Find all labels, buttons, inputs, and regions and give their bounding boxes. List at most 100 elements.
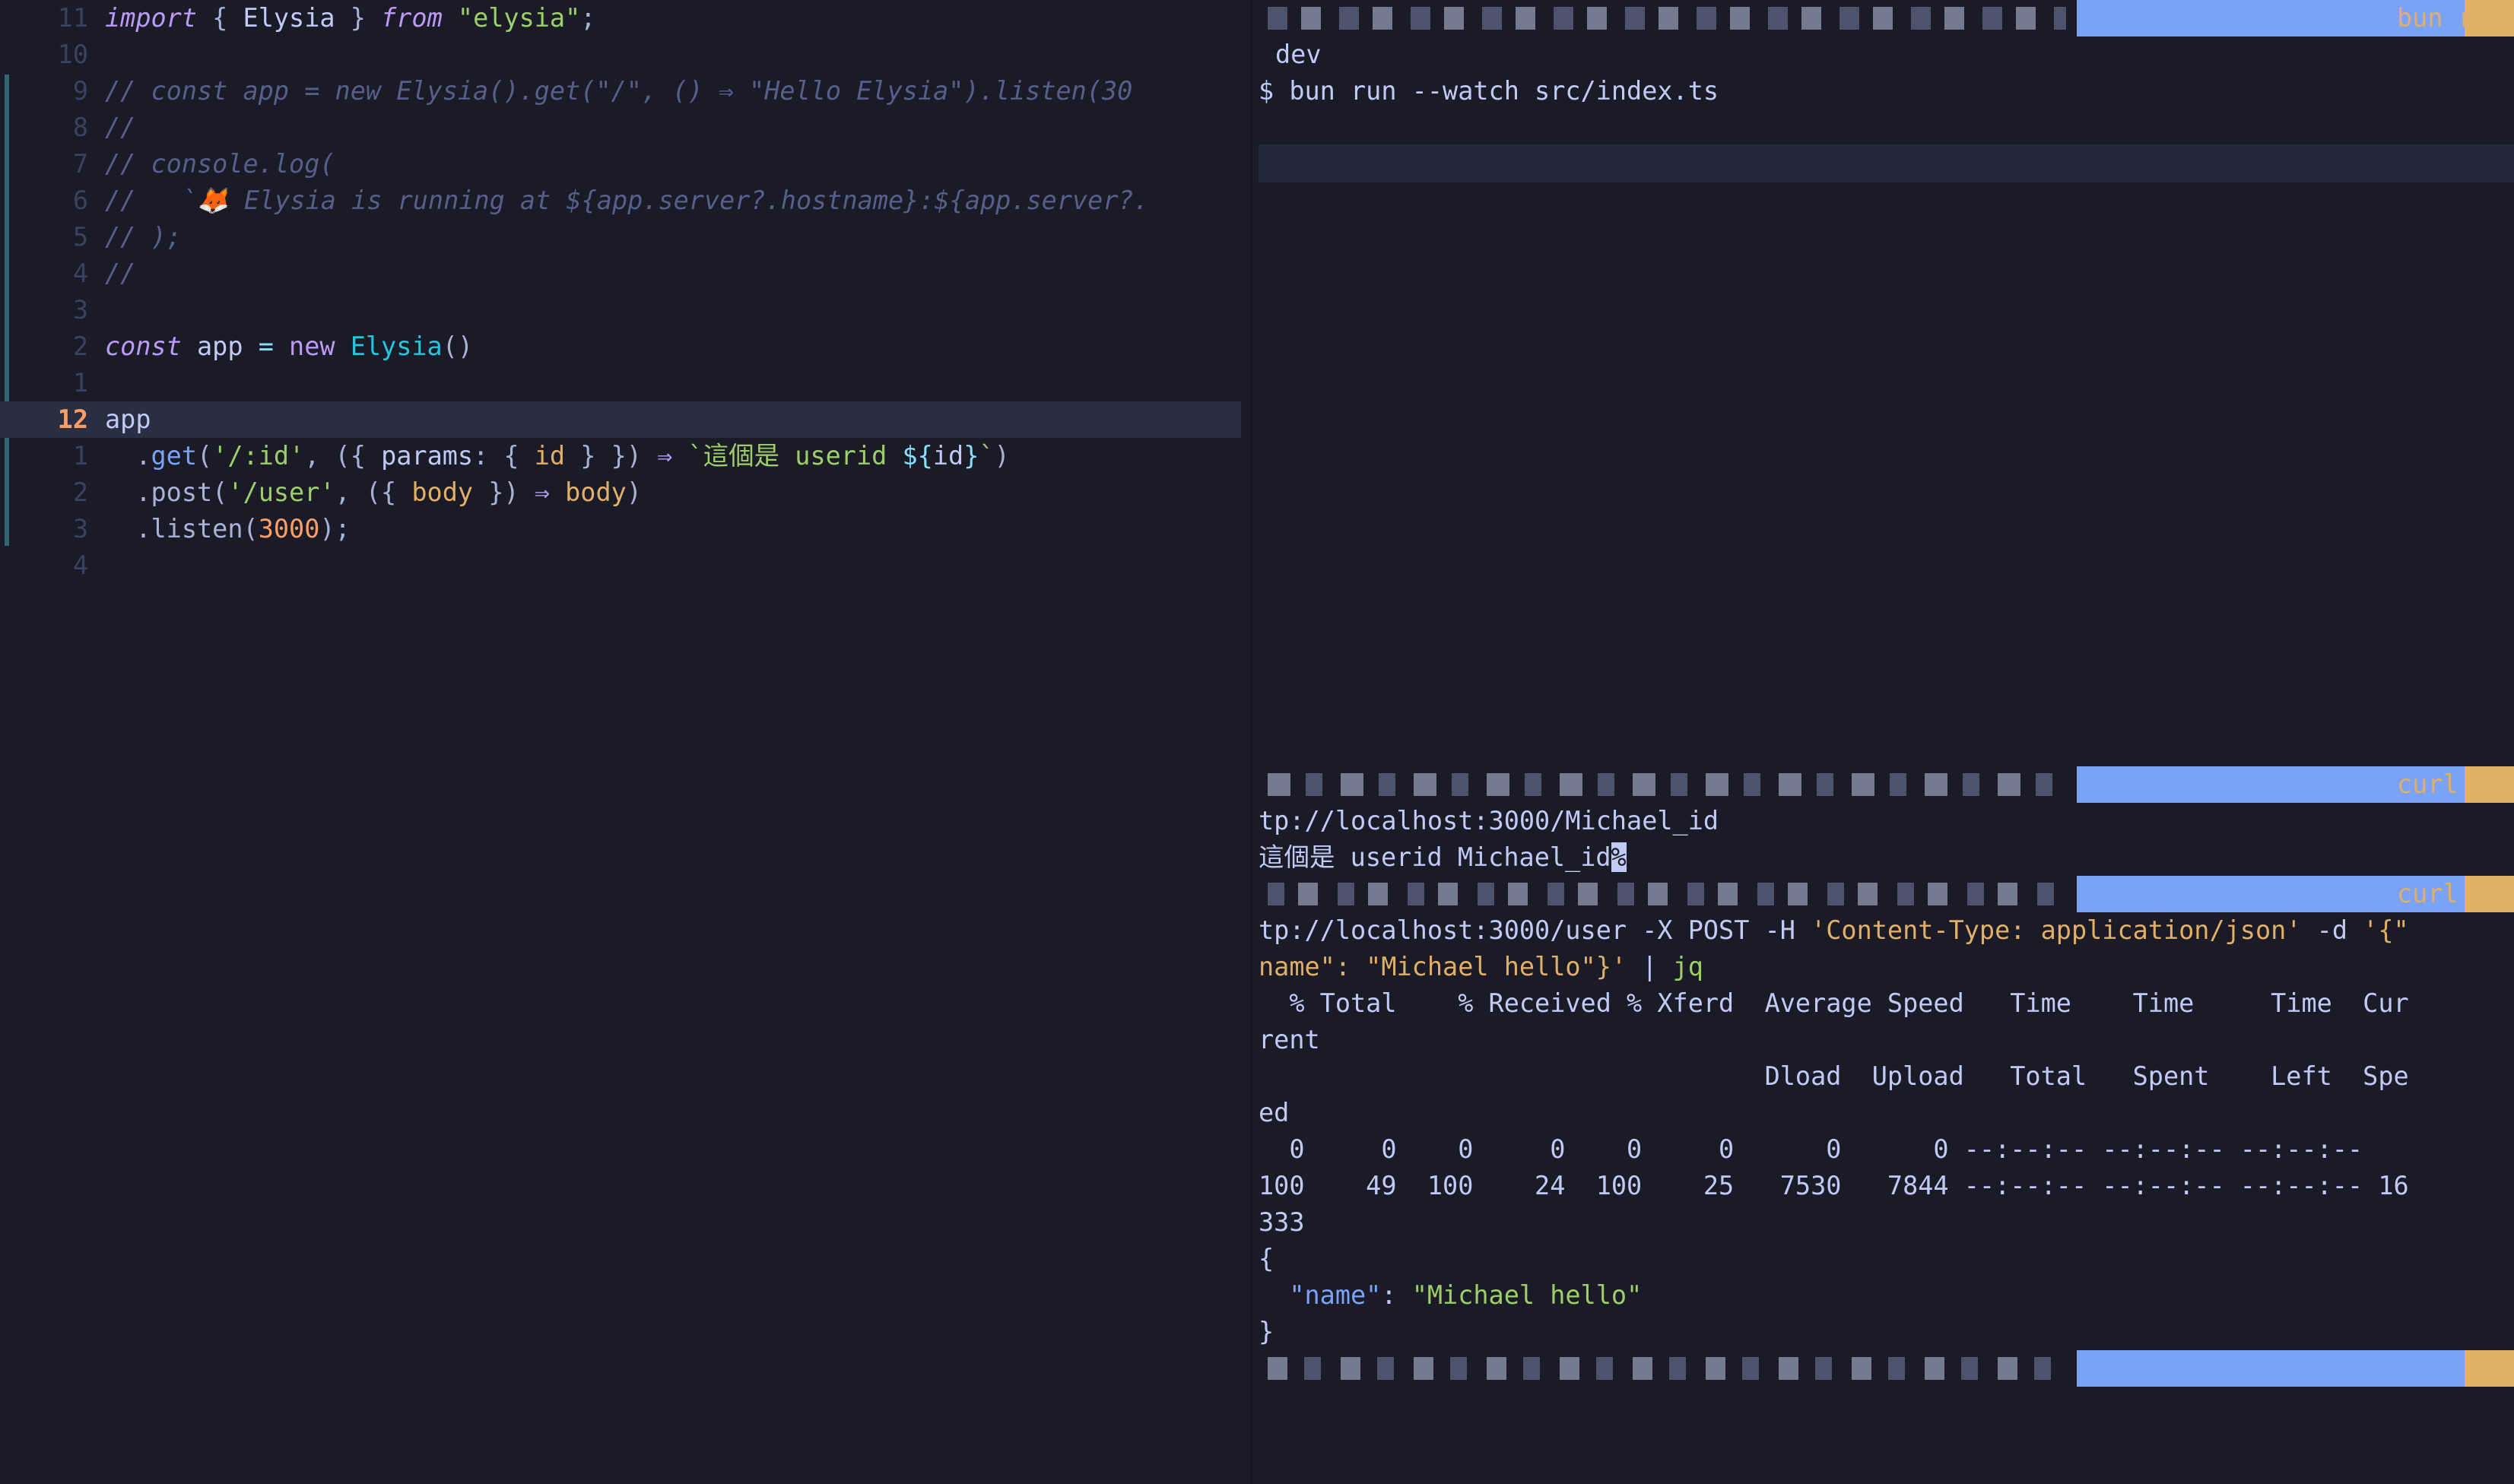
- code-text: import { Elysia } from "elysia";: [105, 0, 595, 36]
- code-token: //: [105, 258, 136, 288]
- code-text: // console.log(: [105, 146, 335, 182]
- code-token: // `🦊 Elysia is running at ${app.server?…: [105, 186, 1149, 215]
- code-line[interactable]: 10: [0, 36, 1241, 73]
- line-number: 6: [72, 186, 88, 215]
- line-number: 7: [72, 149, 88, 179]
- code-token: (): [442, 331, 474, 361]
- code-token: }): [473, 477, 535, 507]
- redacted-path: [1268, 773, 2066, 796]
- json-key: "name": [1289, 1280, 1382, 1310]
- code-token: body: [565, 477, 627, 507]
- code-token: `: [979, 441, 995, 471]
- line-number: 1: [72, 441, 88, 471]
- code-token: app: [105, 404, 151, 434]
- code-token: '/user': [227, 477, 335, 507]
- curl-body-string: '{": [2363, 915, 2409, 945]
- terminal-line: name": "Michael hello"}' | jq: [1259, 949, 1703, 985]
- code-token: const: [105, 331, 182, 361]
- current-code-line[interactable]: 12 app: [0, 401, 1241, 438]
- shell-prompt: bun run: [1259, 0, 2514, 36]
- code-token: app: [181, 331, 259, 361]
- curl-body-string: name": "Michael hello"}': [1259, 952, 1627, 981]
- code-line[interactable]: 4: [0, 547, 1241, 584]
- terminal-selection-band: [1259, 144, 2514, 182]
- json-value: "Michael hello": [1411, 1280, 1643, 1310]
- code-text: const app = new Elysia(): [105, 328, 473, 365]
- screen-root: 11 import { Elysia } from "elysia"; 10 9// …: [0, 0, 2514, 1484]
- pane-divider[interactable]: [1251, 0, 1252, 1484]
- code-token: //: [105, 113, 136, 142]
- code-line[interactable]: 3: [0, 292, 1241, 328]
- code-token: // console.log(: [105, 149, 335, 179]
- code-token: // const app = new Elysia().get("/", () …: [105, 76, 1133, 106]
- code-token: }: [963, 441, 979, 471]
- code-token: : {: [473, 441, 535, 471]
- line-number: 10: [57, 40, 88, 69]
- curl-header-string: 'Content-Type: application/json': [1811, 915, 2302, 945]
- line-number: 8: [72, 113, 88, 142]
- code-line[interactable]: 9 // const app = new Elysia().get("/", ()…: [0, 73, 1241, 109]
- git-status-segment: [2077, 1350, 2465, 1387]
- code-line[interactable]: 4 //: [0, 255, 1241, 292]
- code-token: // );: [105, 222, 182, 252]
- code-token: Elysia: [243, 3, 335, 33]
- code-editor-pane[interactable]: 11 import { Elysia } from "elysia"; 10 9// …: [0, 0, 1241, 1484]
- curl-args: tp://localhost:3000/user -X POST -H: [1259, 915, 1811, 945]
- time-segment: [2465, 1350, 2514, 1387]
- terminal-line: 333: [1259, 1207, 1305, 1237]
- code-token: from: [381, 3, 443, 33]
- response-text: 這個是 userid Michael_id: [1259, 842, 1611, 872]
- code-line[interactable]: 6 // `🦊 Elysia is running at ${app.server…: [0, 182, 1241, 219]
- code-text: //: [105, 255, 135, 292]
- pipe-symbol: |: [1627, 952, 1673, 981]
- code-line[interactable]: 8 //: [0, 109, 1241, 146]
- code-token: .: [105, 441, 151, 471]
- code-line[interactable]: 1 .get('/:id', ({ params: { id } }) ⇒ `這…: [0, 438, 1241, 474]
- terminal-line: Dload Upload Total Spent Left Spe: [1259, 1061, 2409, 1091]
- shell-prompt: curl ht: [1259, 766, 2514, 803]
- line-number: 9: [72, 76, 88, 106]
- terminal-line: 這個是 userid Michael_id%: [1259, 839, 1627, 876]
- code-token: ;: [580, 3, 596, 33]
- code-token: get: [151, 441, 198, 471]
- code-text: //: [105, 109, 135, 146]
- terminal-line: tp://localhost:3000/Michael_id: [1259, 806, 1719, 836]
- code-token: , ({: [304, 441, 382, 471]
- terminal-line: 100 49 100 24 100 25 7530 7844 --:--:-- …: [1259, 1171, 2409, 1200]
- code-text: // const app = new Elysia().get("/", () …: [105, 73, 1132, 109]
- terminal-line: $ bun run --watch src/index.ts: [1259, 76, 1719, 106]
- code-text: app: [105, 401, 151, 438]
- line-number: 12: [57, 404, 88, 434]
- code-line[interactable]: 11 import { Elysia } from "elysia";: [0, 0, 1241, 36]
- code-token: Elysia: [350, 331, 443, 361]
- code-line[interactable]: 2 .post('/user', ({ body }) ⇒ body): [0, 474, 1241, 511]
- terminal-line: % Total % Received % Xferd Average Speed…: [1259, 988, 2409, 1018]
- code-token: '/:id': [212, 441, 305, 471]
- code-token: import: [105, 3, 198, 33]
- code-token: {: [197, 3, 243, 33]
- redacted-path: [1268, 7, 2066, 30]
- line-number: 3: [72, 514, 88, 544]
- code-line[interactable]: 7 // console.log(: [0, 146, 1241, 182]
- code-line[interactable]: 3 .listen(3000);: [0, 511, 1241, 547]
- terminal-line: {: [1259, 1244, 1274, 1273]
- code-line[interactable]: 2 const app = new Elysia(): [0, 328, 1241, 365]
- shell-prompt: curl ht: [1259, 876, 2514, 912]
- redacted-path: [1268, 1357, 2066, 1380]
- code-line[interactable]: 1: [0, 365, 1241, 401]
- line-number: 5: [72, 222, 88, 252]
- terminal-line: }: [1259, 1317, 1274, 1346]
- code-token: params: [381, 441, 474, 471]
- jq-command: jq: [1672, 952, 1703, 981]
- code-text: .get('/:id', ({ params: { id } }) ⇒ `這個是…: [105, 438, 1010, 474]
- no-newline-marker: %: [1611, 842, 1627, 872]
- code-token: ): [994, 441, 1010, 471]
- code-token: , ({: [335, 477, 412, 507]
- code-line[interactable]: 5 // );: [0, 219, 1241, 255]
- code-text: .post('/user', ({ body }) ⇒ body): [105, 474, 642, 511]
- code-token: );: [319, 514, 351, 544]
- terminal-pane[interactable]: bun run dev $ bun run --watch src/index.…: [1259, 0, 2514, 1484]
